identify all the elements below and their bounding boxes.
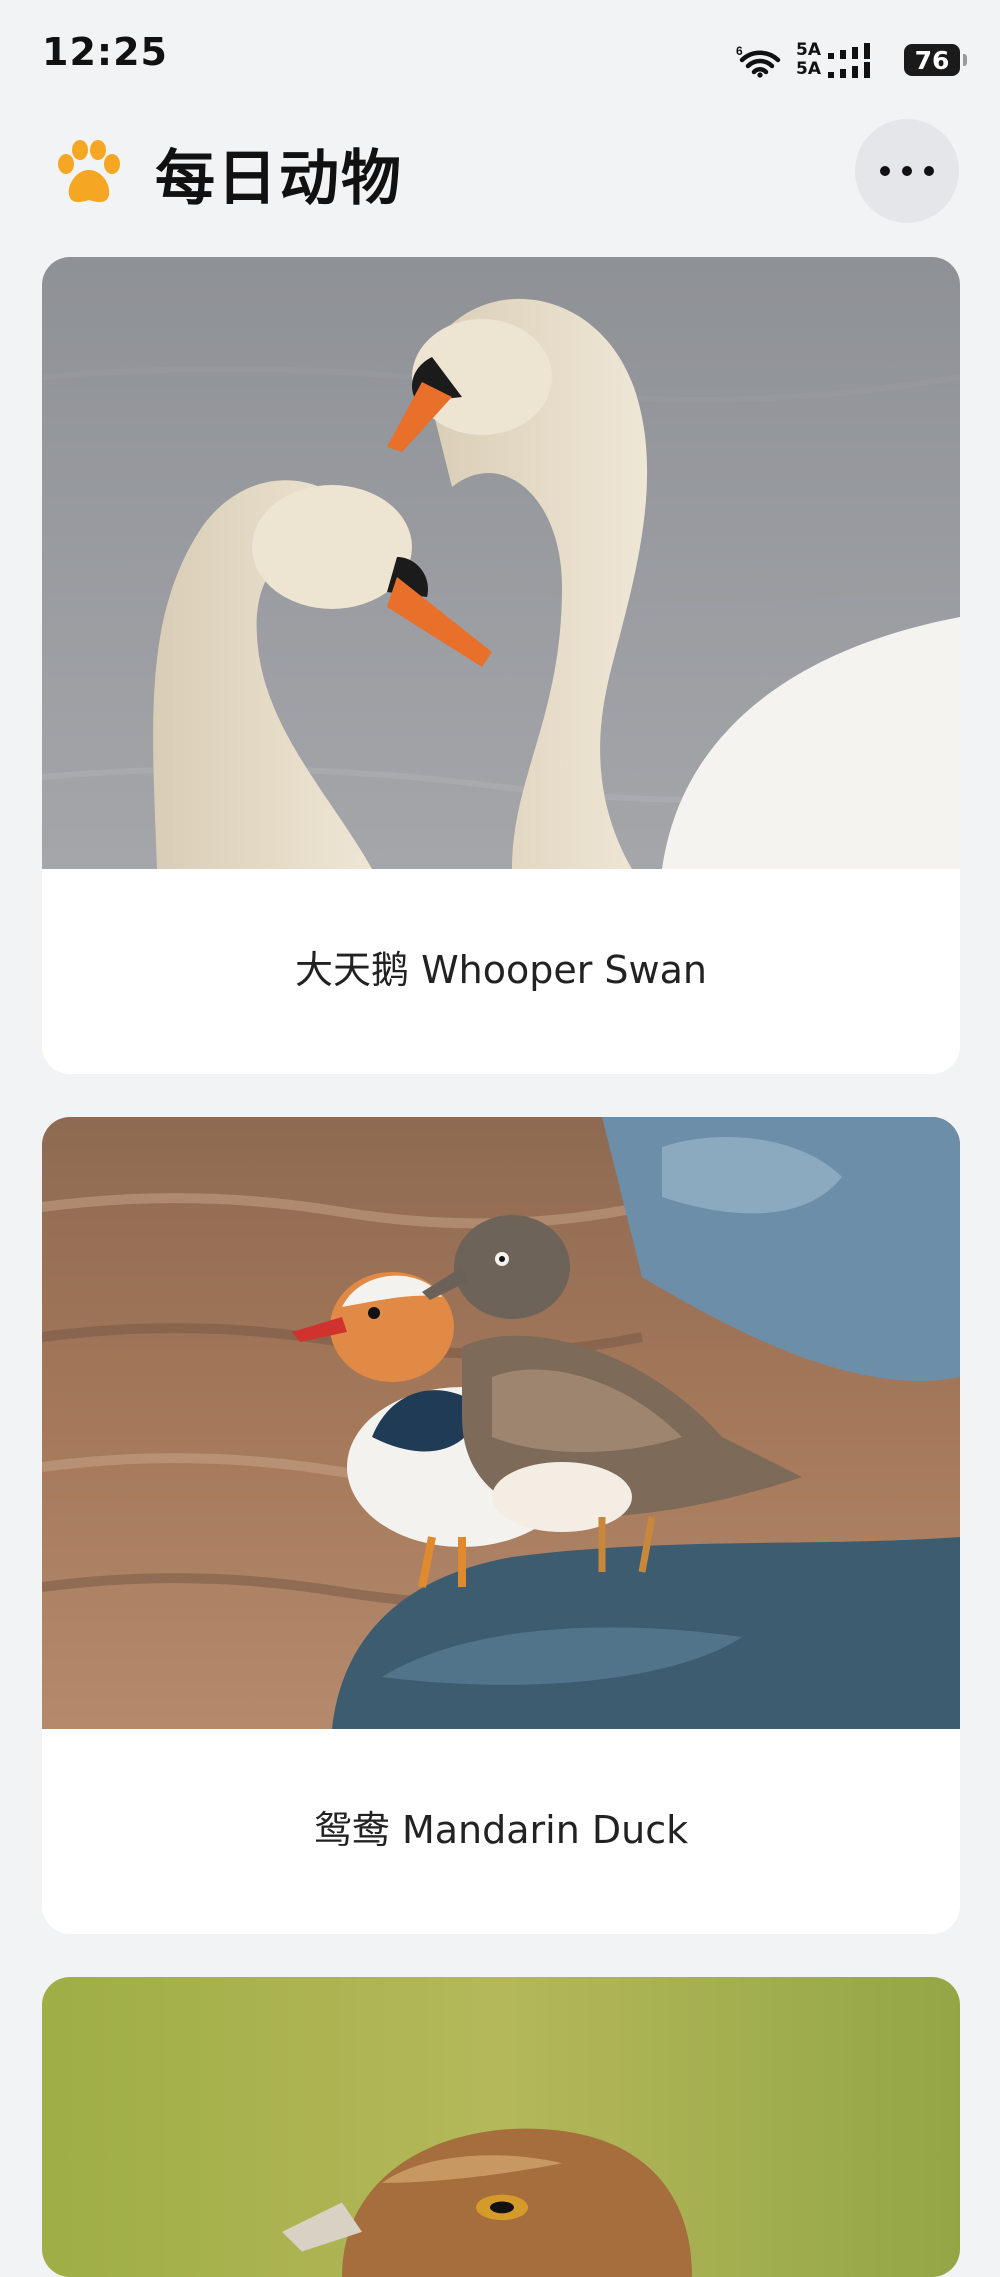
animal-name: 大天鹅 Whooper Swan — [294, 948, 707, 992]
network-label-bottom: 5A — [796, 59, 821, 79]
animal-card[interactable]: 鸳鸯 Mandarin Duck — [42, 1117, 960, 1934]
page-title: 每日动物 — [155, 144, 403, 214]
animal-card[interactable] — [42, 1977, 960, 2277]
wifi-icon: 6 — [736, 44, 781, 78]
signal-icon: 5A 5A — [796, 40, 892, 80]
status-time: 12:25 — [42, 30, 168, 74]
paw-icon — [58, 140, 120, 203]
more-horizontal-icon — [880, 166, 934, 176]
battery-icon: 76 — [904, 44, 967, 76]
battery-level: 76 — [914, 45, 950, 75]
app-header: 每日动物 — [0, 112, 1000, 252]
more-button[interactable] — [855, 119, 959, 223]
swan-photo — [42, 257, 960, 869]
animal-card[interactable]: 大天鹅 Whooper Swan — [42, 257, 960, 1074]
animal-name: 鸳鸯 Mandarin Duck — [313, 1808, 689, 1852]
status-icons: 6 5A 5A 76 — [736, 38, 967, 82]
mandarin-duck-photo — [42, 1117, 960, 1729]
network-label-top: 5A — [796, 40, 821, 60]
svg-text:6: 6 — [736, 44, 743, 58]
eagle-photo — [42, 1977, 960, 2277]
status-bar: 12:25 6 5A 5A 76 — [0, 0, 1000, 112]
